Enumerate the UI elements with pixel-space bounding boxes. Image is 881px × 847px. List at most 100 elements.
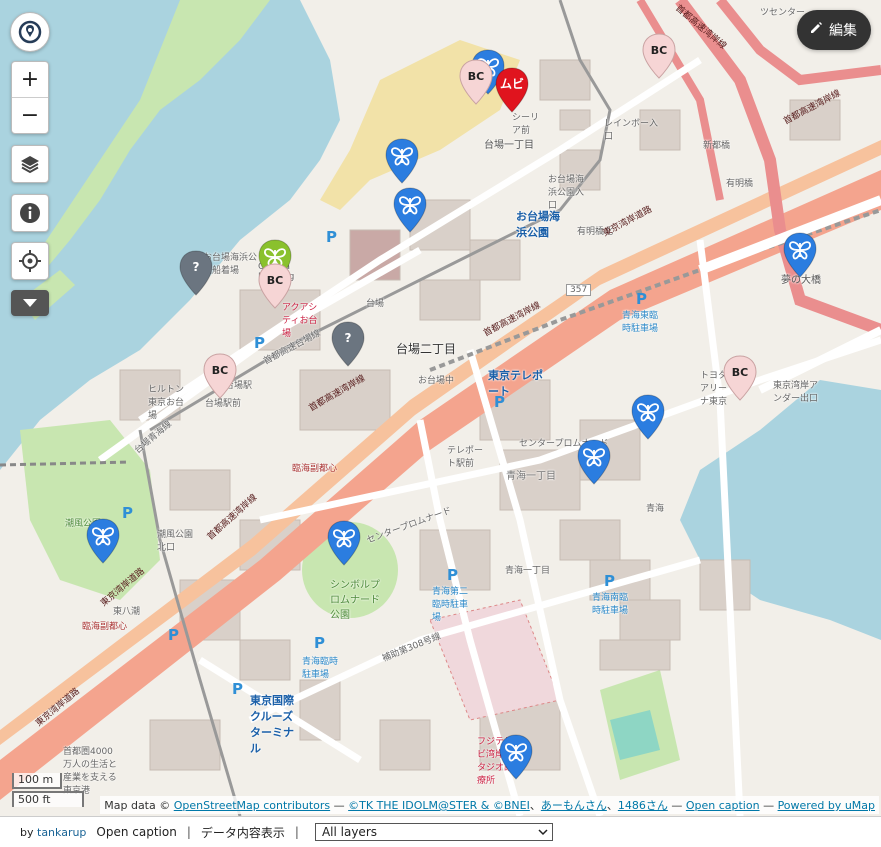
amon-link[interactable]: あーもんさん: [541, 799, 607, 812]
edit-button[interactable]: 編集: [797, 10, 871, 50]
umap-home-button[interactable]: [10, 12, 50, 52]
butterfly-marker[interactable]: [576, 438, 612, 488]
map-label: 青海臨時駐車場: [302, 657, 339, 680]
osm-link[interactable]: OpenStreetMap contributors: [174, 799, 330, 812]
parking-icon: P: [636, 290, 647, 308]
map-label: テレポート駅前: [447, 446, 484, 469]
bc-marker[interactable]: BC: [641, 32, 677, 82]
zoom-in-button[interactable]: +: [12, 62, 48, 97]
info-icon: [19, 202, 41, 224]
data-view-link[interactable]: データ内容表示: [201, 824, 285, 841]
more-controls-button[interactable]: [11, 290, 49, 316]
info-button[interactable]: [11, 194, 49, 232]
map-label: レインボー入口: [604, 119, 659, 142]
map-label: 東八潮: [113, 607, 141, 617]
map-view[interactable]: 台場一丁目 台場二丁目 台場 お台場海浜公園 お台場海浜公園船着場 Odaiba…: [0, 0, 881, 816]
unknown-marker[interactable]: ?: [178, 249, 214, 299]
butterfly-icon: [499, 734, 533, 780]
zoom-control: + −: [11, 61, 49, 134]
by-label: by: [20, 825, 34, 839]
chevron-down-icon: [538, 825, 548, 839]
map-label: 台場: [366, 299, 385, 309]
map-label: 首都圏4000万人の生活と産業を支える東京港: [63, 747, 118, 796]
map-tiles[interactable]: [0, 0, 881, 816]
marker-label: ムビ: [500, 76, 524, 91]
butterfly-icon: [393, 187, 427, 233]
marker-label: BC: [468, 70, 484, 83]
marker-label: ?: [345, 331, 352, 345]
bc-marker[interactable]: BC: [202, 352, 238, 402]
layers-icon: [19, 153, 41, 175]
butterfly-marker[interactable]: [384, 137, 420, 187]
zoom-out-button[interactable]: −: [12, 97, 48, 133]
attribution-sep: —: [763, 799, 775, 812]
map-label: 潮風公園北口: [157, 530, 194, 553]
map-label: 台場一丁目: [484, 140, 534, 151]
map-label: 臨海副都心: [292, 464, 338, 474]
butterfly-icon: [631, 394, 665, 440]
butterfly-icon: [327, 520, 361, 566]
butterfly-marker[interactable]: [782, 231, 818, 281]
map-label: お台場海浜公園入口: [548, 175, 585, 211]
parking-icon: P: [326, 228, 337, 246]
user-link[interactable]: 1486さん: [618, 799, 668, 812]
map-label: 新都橋: [703, 141, 731, 151]
parking-icon: P: [314, 634, 325, 652]
bc-marker[interactable]: BC: [458, 58, 494, 108]
parking-icon: P: [254, 334, 265, 352]
credit: by tankarup: [20, 826, 86, 839]
marker-label: BC: [732, 366, 748, 379]
attribution: Map data © OpenStreetMap contributors — …: [100, 796, 879, 814]
map-label: 台場二丁目: [396, 342, 457, 356]
map-label: 東京湾岸アンダー出口: [773, 381, 819, 404]
map-label: 有明橋: [726, 179, 754, 189]
open-caption-link[interactable]: Open caption: [96, 825, 176, 839]
scale-metric: 100 m: [12, 773, 62, 789]
footer-bar: by tankarup Open caption | データ内容表示 | All…: [0, 816, 881, 847]
separator: |: [294, 825, 299, 839]
bc-marker[interactable]: BC: [722, 354, 758, 404]
scale-imperial: 500 ft: [12, 791, 84, 807]
map-label: シンボルプロムナード公園: [330, 580, 380, 621]
marker-label: ?: [193, 260, 200, 274]
map-label: 臨海副都心: [82, 622, 128, 632]
butterfly-marker[interactable]: [85, 517, 121, 567]
layers-button[interactable]: [11, 145, 49, 183]
unknown-marker[interactable]: ?: [330, 320, 366, 370]
butterfly-icon: [577, 439, 611, 485]
marker-label: BC: [267, 274, 283, 287]
bc-marker[interactable]: BC: [257, 262, 293, 312]
butterfly-icon: [385, 138, 419, 184]
locate-button[interactable]: [11, 242, 49, 280]
butterfly-marker[interactable]: [392, 186, 428, 236]
parking-icon: P: [168, 626, 179, 644]
map-label: ヒルトン東京お台場: [148, 385, 185, 421]
map-label: 青海一丁目: [505, 566, 551, 576]
butterfly-icon: [86, 518, 120, 564]
butterfly-marker[interactable]: [498, 733, 534, 783]
edit-label: 編集: [829, 23, 857, 39]
attribution-sep: —: [333, 799, 345, 812]
parking-icon: P: [232, 680, 243, 698]
map-label: 青海南臨時駐車場: [592, 593, 629, 616]
map-label: 青海第二臨時駐車場: [432, 587, 469, 623]
caption-link[interactable]: Open caption: [686, 799, 760, 812]
tk-link[interactable]: ©TK THE IDOLM@STER & ©BNEI: [348, 799, 530, 812]
pencil-icon: [809, 21, 823, 39]
attribution-sep: 、: [529, 799, 541, 812]
attribution-sep: 、: [606, 799, 618, 812]
umap-logo-icon: [18, 20, 42, 44]
layer-select-value: All layers: [321, 825, 378, 839]
butterfly-marker[interactable]: [326, 519, 362, 569]
parking-icon: P: [494, 393, 505, 411]
marker-label: BC: [212, 364, 228, 377]
author-link[interactable]: tankarup: [37, 826, 86, 839]
parking-icon: P: [122, 504, 133, 522]
separator: |: [186, 825, 191, 839]
red-marker[interactable]: ムビ: [494, 66, 530, 116]
butterfly-icon: [783, 232, 817, 278]
umap-link[interactable]: Powered by uMap: [778, 799, 875, 812]
layer-select[interactable]: All layers: [314, 823, 553, 841]
butterfly-marker[interactable]: [630, 393, 666, 443]
map-label: 青海東臨時駐車場: [622, 311, 659, 334]
